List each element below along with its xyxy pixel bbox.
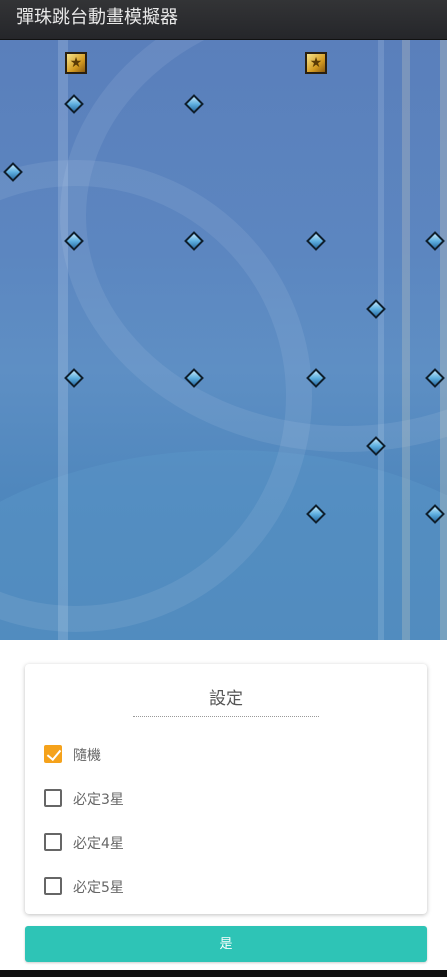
diamond-peg-icon	[306, 504, 326, 524]
checkmark-icon	[46, 745, 62, 762]
bottom-edge	[0, 970, 447, 977]
checkbox-3-star[interactable]	[44, 789, 62, 807]
checkbox-random[interactable]	[44, 745, 62, 763]
settings-card: 設定 隨機 必定3星 必定4星 必定5星	[25, 664, 427, 914]
light-beam	[378, 40, 384, 640]
settings-title: 設定	[209, 689, 243, 709]
option-label: 隨機	[73, 748, 101, 764]
light-beam	[402, 40, 410, 640]
star-goal-icon: ★	[65, 52, 87, 74]
title-divider	[133, 716, 319, 717]
option-label: 必定3星	[73, 792, 124, 808]
window-title: 彈珠跳台動畫模擬器	[16, 7, 178, 28]
game-board: ★ ★	[0, 40, 447, 640]
option-label: 必定4星	[73, 836, 124, 852]
star-goal-icon: ★	[305, 52, 327, 74]
checkbox-5-star[interactable]	[44, 877, 62, 895]
checkbox-4-star[interactable]	[44, 833, 62, 851]
light-beam	[58, 40, 68, 640]
confirm-button[interactable]: 是	[25, 926, 427, 962]
window-title-bar: 彈珠跳台動畫模擬器	[0, 0, 447, 40]
light-beam	[440, 40, 447, 640]
option-label: 必定5星	[73, 880, 124, 896]
